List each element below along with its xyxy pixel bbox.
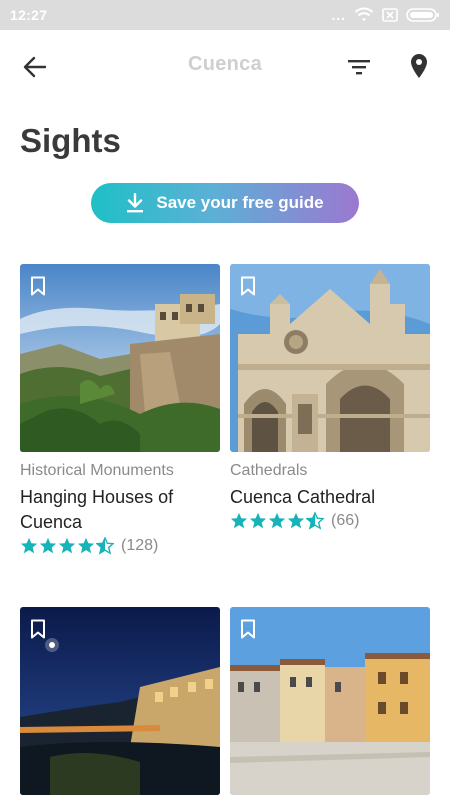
star-full-icon xyxy=(20,537,38,554)
app-bar: Cuenca xyxy=(0,30,450,102)
status-dots: ... xyxy=(331,7,346,23)
star-full-icon xyxy=(77,537,95,554)
sight-rating: (128) xyxy=(20,537,158,555)
map-button[interactable] xyxy=(402,48,436,84)
sight-rating: (66) xyxy=(230,512,359,530)
sight-name: Hanging Houses of Cuenca xyxy=(20,487,174,532)
status-icons: ... xyxy=(331,7,440,23)
bookmark-icon[interactable] xyxy=(30,619,46,639)
rating-count: (66) xyxy=(331,512,360,529)
sight-card[interactable] xyxy=(230,607,430,795)
status-time: 12:27 xyxy=(10,7,48,23)
filter-icon xyxy=(348,60,370,75)
location-pin-icon xyxy=(411,54,427,78)
sight-card[interactable] xyxy=(20,607,220,795)
download-icon xyxy=(127,193,144,213)
wifi-icon xyxy=(354,7,374,21)
sight-category: Historical Monuments xyxy=(20,462,174,479)
star-full-icon xyxy=(39,537,57,554)
sight-photo xyxy=(230,264,430,452)
status-bar: 12:27 ... xyxy=(0,0,450,30)
star-full-icon xyxy=(287,512,305,529)
battery-icon xyxy=(406,8,439,22)
sight-card[interactable]: Cathedrals Cuenca Cathedral (66) xyxy=(230,264,430,544)
star-full-icon xyxy=(249,512,267,529)
filter-button[interactable] xyxy=(342,50,376,84)
sight-photo xyxy=(230,607,430,795)
bookmark-icon[interactable] xyxy=(30,276,46,296)
star-full-icon xyxy=(58,537,76,554)
sight-name: Cuenca Cathedral xyxy=(230,487,376,507)
sight-category: Cathedrals xyxy=(230,462,308,479)
bookmark-icon[interactable] xyxy=(240,276,256,296)
save-guide-button[interactable]: Save your free guide xyxy=(91,183,359,223)
star-full-icon xyxy=(268,512,286,529)
rating-count: (128) xyxy=(121,537,159,554)
sight-card[interactable]: Historical Monuments Hanging Houses of C… xyxy=(20,264,220,564)
app-bar-title: Cuenca xyxy=(187,53,263,75)
star-half-icon xyxy=(306,512,324,530)
star-half-icon xyxy=(96,537,114,555)
bookmark-icon[interactable] xyxy=(240,619,256,639)
no-sim-icon xyxy=(382,8,398,22)
sight-photo xyxy=(20,607,220,795)
page-title: Sights xyxy=(20,122,121,159)
star-full-icon xyxy=(230,512,248,529)
save-guide-label: Save your free guide xyxy=(156,193,324,212)
sight-photo xyxy=(20,264,220,452)
